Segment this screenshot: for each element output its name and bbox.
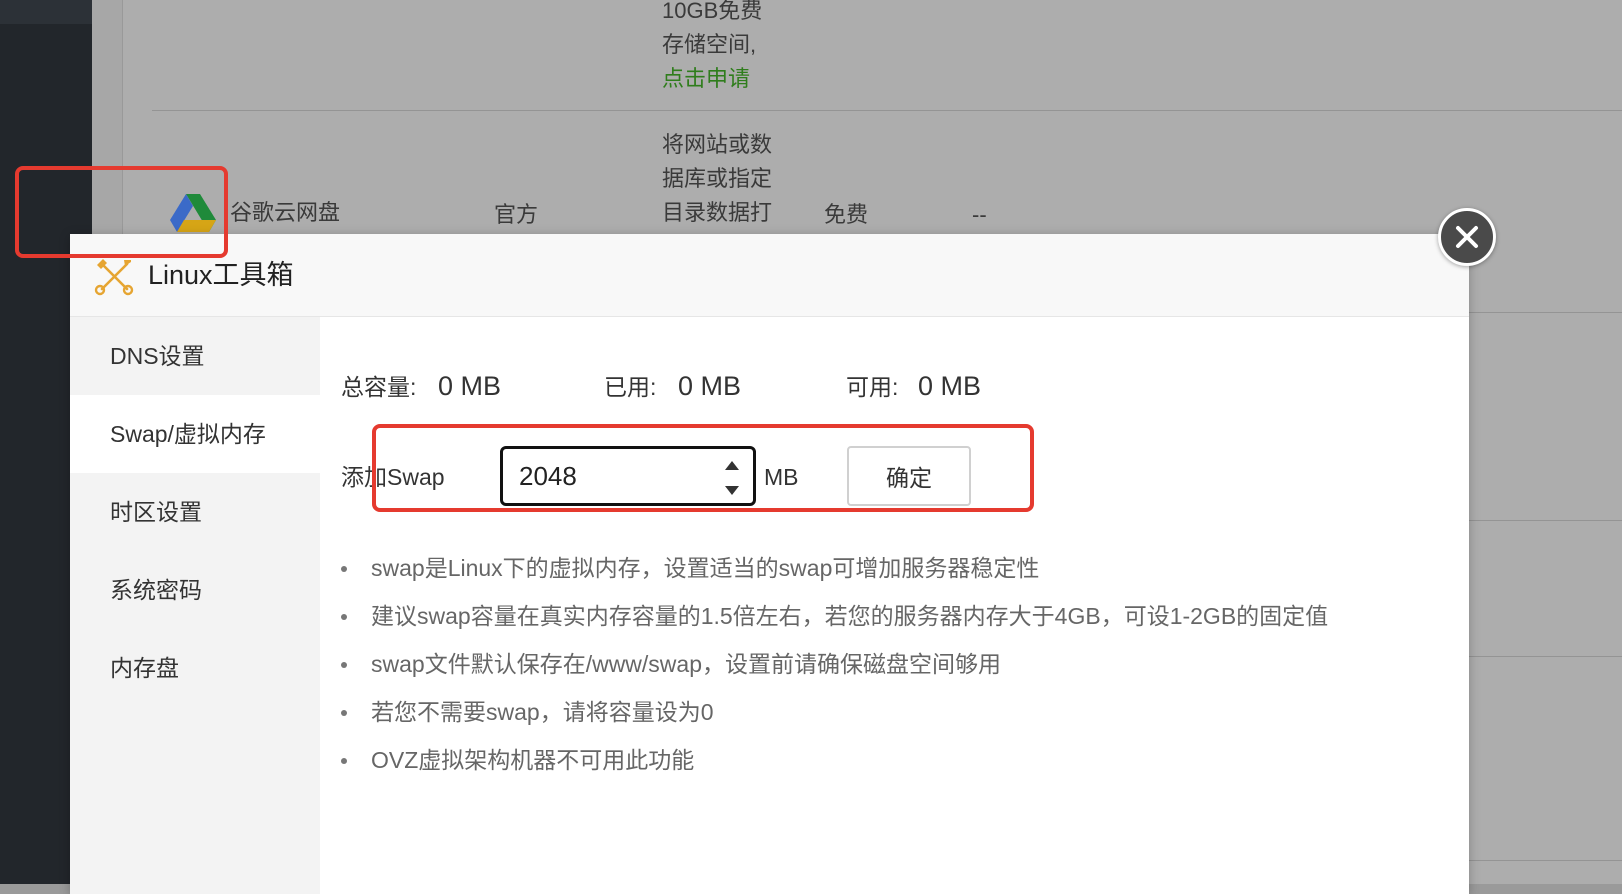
add-swap-label: 添加Swap <box>341 464 445 490</box>
close-button[interactable] <box>1438 208 1496 266</box>
note-item: 建议swap容量在真实内存容量的1.5倍左右，若您的服务器内存大于4GB，可设1… <box>341 592 1328 640</box>
background-desc-line: 存储空间, <box>662 32 757 57</box>
toolbox-sidebar: DNS设置 Swap/虚拟内存 时区设置 系统密码 内存盘 <box>70 317 320 894</box>
available-value: 0 MB <box>918 371 982 401</box>
used-value: 0 MB <box>678 371 742 401</box>
background-plugin-status: -- <box>972 202 987 227</box>
decrement-icon[interactable] <box>721 479 743 501</box>
background-plugin-name: 谷歌云网盘 <box>230 200 341 225</box>
sidebar-item-timezone[interactable]: 时区设置 <box>70 473 320 551</box>
close-icon <box>1456 226 1478 248</box>
background-plugin-developer: 官方 <box>494 202 539 227</box>
note-item: swap文件默认保存在/www/swap，设置前请确保磁盘空间够用 <box>341 640 1328 688</box>
tools-icon <box>94 259 134 296</box>
available-label: 可用: <box>846 374 899 400</box>
sidebar-item-swap[interactable]: Swap/虚拟内存 <box>70 395 320 473</box>
background-desc-line: 将网站或数 <box>662 132 773 157</box>
background-row-divider <box>152 110 1622 111</box>
background-desc-line: 10GB免费 <box>662 0 763 23</box>
note-item: swap是Linux下的虚拟内存，设置适当的swap可增加服务器稳定性 <box>341 544 1328 592</box>
note-item: OVZ虚拟架构机器不可用此功能 <box>341 736 1328 784</box>
total-capacity-value: 0 MB <box>438 371 502 401</box>
modal-header: Linux工具箱 <box>70 234 1469 317</box>
sidebar-item-password[interactable]: 系统密码 <box>70 551 320 629</box>
background-plugin-price: 免费 <box>824 202 869 227</box>
swap-size-field <box>500 446 756 506</box>
increment-icon[interactable] <box>721 455 743 477</box>
background-apply-link[interactable]: 点击申请 <box>662 62 750 96</box>
sidebar-item-ramdisk[interactable]: 内存盘 <box>70 629 320 707</box>
confirm-button[interactable]: 确定 <box>847 446 971 506</box>
used-label: 已用: <box>604 374 657 400</box>
background-desc-line: 目录数据打 <box>662 200 773 225</box>
swap-size-input[interactable] <box>519 457 709 495</box>
total-capacity-label: 总容量: <box>341 374 417 400</box>
modal-title: Linux工具箱 <box>148 260 294 290</box>
swap-notes-list: swap是Linux下的虚拟内存，设置适当的swap可增加服务器稳定性 建议sw… <box>341 544 1328 784</box>
background-desc-line: 据库或指定 <box>662 166 773 191</box>
background-sidebar-top <box>0 0 92 24</box>
note-item: 若您不需要swap，请将容量设为0 <box>341 688 1328 736</box>
swap-unit-label: MB <box>764 464 799 490</box>
google-drive-icon <box>170 194 216 232</box>
sidebar-item-dns[interactable]: DNS设置 <box>70 317 320 395</box>
